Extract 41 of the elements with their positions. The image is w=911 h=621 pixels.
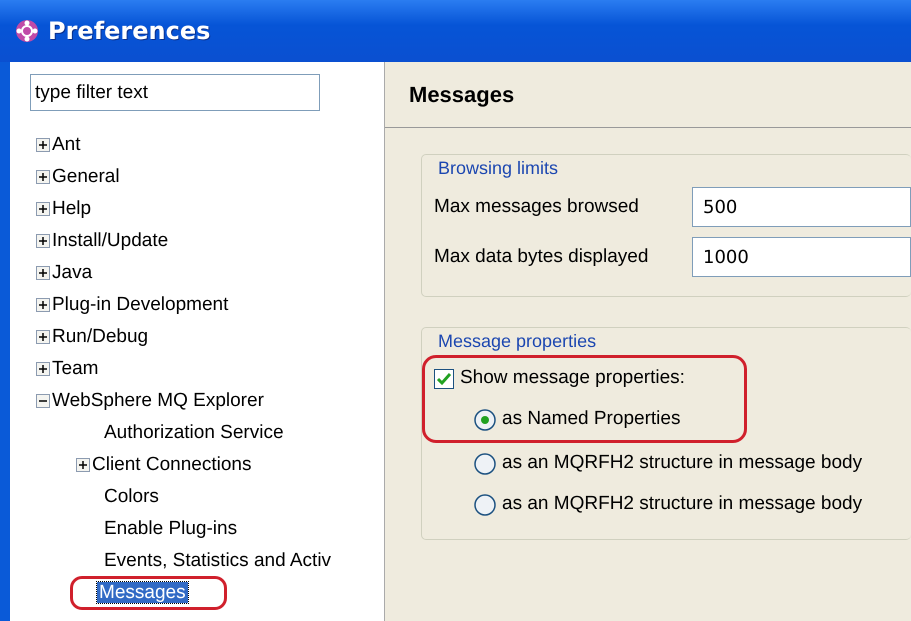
tree-item[interactable]: Install/Update [50,226,170,256]
tree-item[interactable]: Events, Statistics and Activ [102,546,334,576]
number-field[interactable]: 500 [692,187,911,227]
expand-icon[interactable] [36,202,50,216]
tree-item[interactable]: Plug-in Development [50,290,230,320]
expand-icon[interactable] [36,298,50,312]
window-title: Preferences [48,16,210,47]
tree-item[interactable]: Messages [97,582,188,603]
expand-icon[interactable] [36,266,50,280]
tree-item[interactable]: Colors [102,482,161,512]
tree-item[interactable]: WebSphere MQ Explorer [50,386,266,416]
expand-icon[interactable] [36,362,50,376]
radio-button[interactable] [474,408,496,430]
tree-item[interactable]: Ant [50,130,83,160]
tree-item[interactable]: Authorization Service [102,418,286,448]
collapse-icon[interactable] [36,394,50,408]
tree-item[interactable]: Enable Plug-ins [102,514,240,544]
filter-field[interactable]: type filter text [30,74,320,111]
app-icon [14,18,40,44]
tree-item[interactable]: Java [50,258,94,288]
tree-item[interactable]: Help [50,194,94,224]
radio-button[interactable] [474,452,496,474]
tree-item[interactable]: Run/Debug [50,322,150,352]
checkbox[interactable] [434,368,454,388]
number-field[interactable]: 1000 [692,237,911,277]
option-label: as an MQRFH2 structure in message body [502,492,862,516]
tree-item[interactable]: Client Connections [90,450,254,480]
radio-button[interactable] [474,494,496,516]
page-title: Messages [409,81,514,109]
field-label: Max messages browsed [434,194,640,219]
expand-icon[interactable] [36,330,50,344]
expand-icon[interactable] [36,170,50,184]
tree-item[interactable]: Team [50,354,100,384]
option-label: as an MQRFH2 structure in message body [502,451,862,476]
tree-item[interactable]: General [50,162,122,192]
expand-icon[interactable] [76,458,90,472]
option-label: Show message properties: [460,366,685,390]
field-label: Max data bytes displayed [434,244,650,269]
option-label: as Named Properties [502,407,680,432]
expand-icon[interactable] [36,234,50,248]
expand-icon[interactable] [36,138,50,152]
